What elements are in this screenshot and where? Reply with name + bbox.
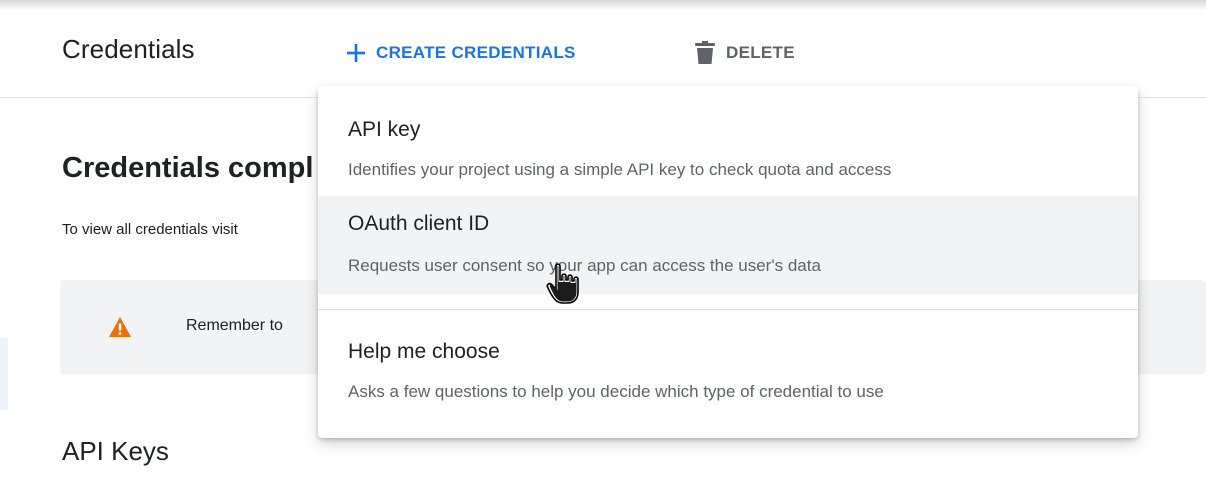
menu-item-title: API key (348, 118, 421, 141)
menu-item-description: Identifies your project using a simple A… (348, 160, 892, 179)
menu-item-oauth-client-id[interactable]: OAuth client ID Requests user consent so… (318, 196, 1138, 294)
page-title: Credentials (62, 34, 195, 64)
trash-icon (695, 41, 715, 64)
section-title: Credentials compl (62, 152, 314, 184)
notice-text: Remember to (186, 317, 283, 334)
delete-button[interactable]: DELETE (694, 38, 795, 68)
menu-item-help-me-choose[interactable]: Help me choose Asks a few questions to h… (318, 326, 1138, 426)
create-credentials-menu: API key Identifies your project using a … (318, 86, 1138, 438)
menu-divider (318, 309, 1138, 310)
menu-item-api-key[interactable]: API key Identifies your project using a … (318, 100, 1138, 196)
plus-icon (347, 44, 365, 62)
top-shadow (0, 0, 1206, 10)
credentials-page: Credentials CREATE CREDENTIALS DELETE Cr… (0, 0, 1206, 488)
create-credentials-label: CREATE CREDENTIALS (376, 43, 576, 62)
side-rail (0, 338, 8, 410)
create-credentials-button[interactable]: CREATE CREDENTIALS (346, 38, 576, 68)
api-keys-heading: API Keys (62, 436, 169, 466)
section-description: To view all credentials visit (62, 221, 238, 238)
menu-item-title: OAuth client ID (348, 212, 490, 235)
delete-label: DELETE (726, 43, 795, 62)
menu-item-description: Requests user consent so your app can ac… (348, 256, 821, 275)
menu-item-description: Asks a few questions to help you decide … (348, 382, 884, 401)
menu-item-title: Help me choose (348, 340, 500, 363)
warning-icon (109, 317, 131, 337)
